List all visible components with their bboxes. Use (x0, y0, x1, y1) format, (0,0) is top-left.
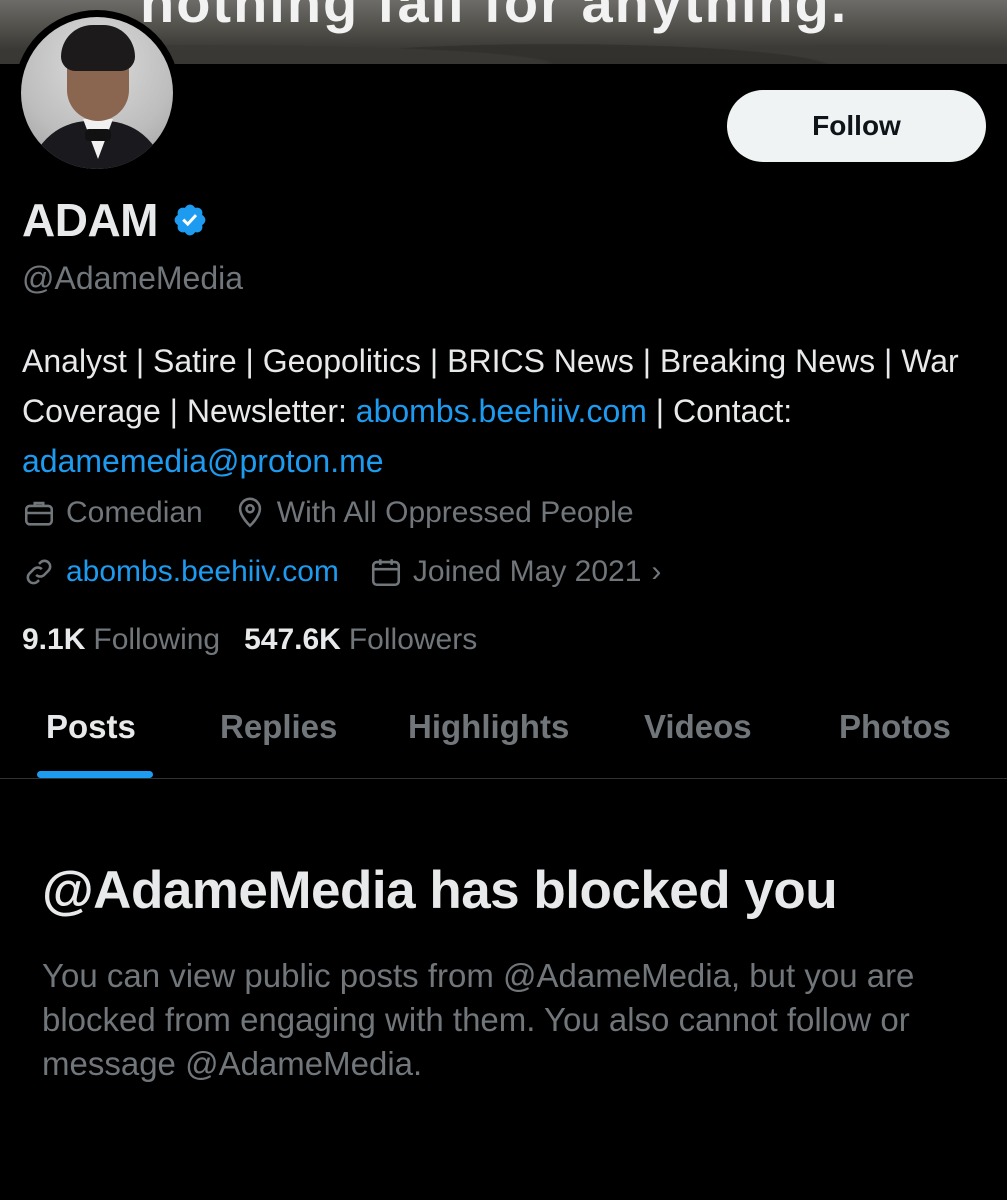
profile-joined[interactable]: Joined May 2021 › (369, 555, 661, 589)
category-label: Comedian (66, 496, 203, 529)
location-label: With All Oppressed People (276, 496, 634, 529)
profile-avatar[interactable] (14, 10, 180, 176)
tab-posts[interactable]: Posts (46, 708, 136, 746)
active-tab-indicator (37, 771, 153, 778)
profile-stats: 9.1K Following 547.6K Followers (22, 623, 477, 657)
blocked-title: @AdameMedia has blocked you (42, 861, 838, 920)
link-icon (26, 559, 52, 585)
blocked-description: You can view public posts from @AdameMed… (42, 957, 915, 1082)
profile-category: Comedian (22, 496, 203, 530)
calendar-icon (371, 559, 400, 587)
profile-name-row: ADAM (22, 193, 208, 247)
profile-bio: Analyst | Satire | Geopolitics | BRICS N… (22, 336, 992, 486)
bio-newsletter-link[interactable]: abombs.beehiiv.com (356, 393, 647, 429)
briefcase-icon (24, 501, 54, 526)
follow-button[interactable]: Follow (727, 90, 986, 162)
avatar-image (21, 17, 173, 169)
following-stat[interactable]: 9.1K Following (22, 623, 220, 657)
tab-photos[interactable]: Photos (839, 708, 951, 746)
profile-tabs: Posts Replies Highlights Videos Photos (0, 690, 1007, 779)
banner-text: nothing fall for anything. (140, 0, 849, 34)
chevron-right-icon[interactable]: › (651, 555, 661, 589)
website-link[interactable]: abombs.beehiiv.com (66, 555, 339, 589)
joined-label: Joined May 2021 (412, 555, 642, 588)
bio-text-contact: | Contact: (646, 393, 793, 429)
display-name: ADAM (22, 194, 158, 246)
location-pin-icon (238, 497, 261, 528)
profile-website[interactable]: abombs.beehiiv.com (22, 555, 339, 589)
tab-highlights[interactable]: Highlights (408, 708, 569, 746)
profile-meta-row-2: abombs.beehiiv.com Joined May 2021 › (22, 555, 691, 589)
bio-email-link[interactable]: adamemedia@proton.me (22, 443, 384, 479)
profile-handle: @AdameMedia (22, 260, 244, 296)
following-count: 9.1K (22, 623, 86, 656)
tab-videos[interactable]: Videos (644, 708, 752, 746)
tab-replies[interactable]: Replies (220, 708, 337, 746)
profile-location: With All Oppressed People (233, 496, 634, 530)
profile-meta-row-1: Comedian With All Oppressed People (22, 496, 664, 530)
followers-label: Followers (348, 623, 478, 656)
followers-count: 547.6K (244, 623, 341, 656)
following-label: Following (93, 623, 221, 656)
verified-badge-icon[interactable] (172, 202, 208, 238)
followers-stat[interactable]: 547.6K Followers (244, 623, 477, 657)
